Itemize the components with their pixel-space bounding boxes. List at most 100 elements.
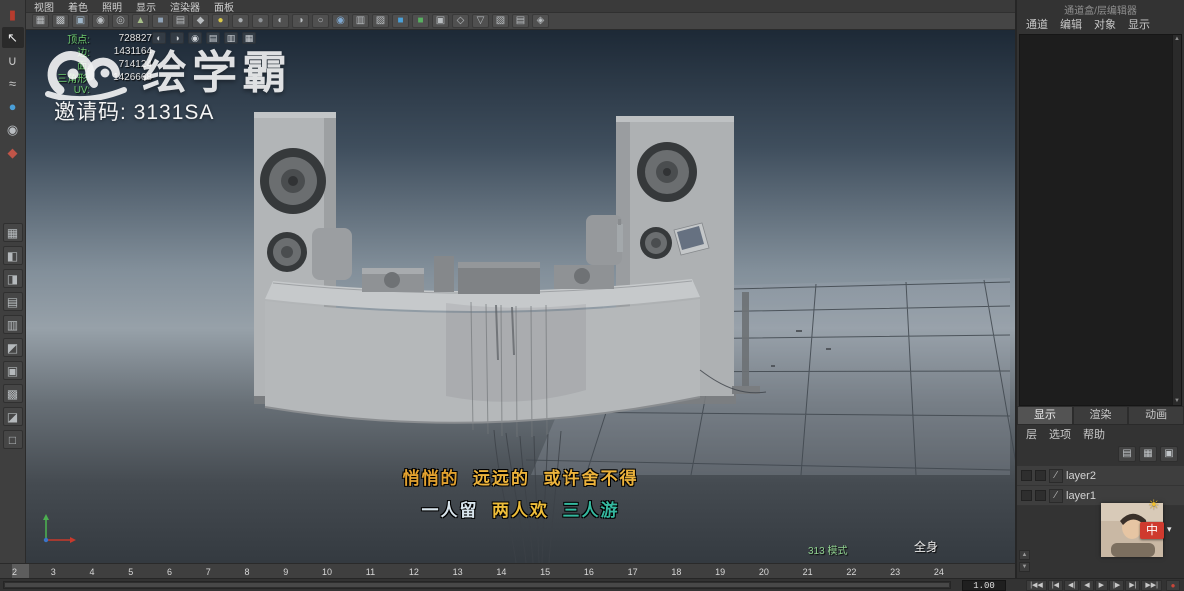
tool-icon[interactable]: ◉ xyxy=(2,119,24,140)
layer-playback-checkbox[interactable] xyxy=(1035,490,1046,501)
timeline-tick: 7 xyxy=(205,566,211,577)
timeline-tick: 9 xyxy=(283,566,289,577)
layout-button-icon[interactable]: ▤ xyxy=(2,292,23,311)
range-slider[interactable] xyxy=(3,581,951,589)
transport-button[interactable]: |▶ xyxy=(1109,580,1125,591)
transport-button[interactable]: ▶▶| xyxy=(1141,580,1162,591)
layout-button-icon[interactable]: ◧ xyxy=(2,246,23,265)
toolbar-icon[interactable]: ◑ xyxy=(292,14,309,28)
layer-menu-item[interactable]: 选项 xyxy=(1049,426,1071,442)
current-frame-field[interactable] xyxy=(962,580,1006,591)
scroll-up-icon[interactable]: ▲ xyxy=(1019,550,1030,560)
tab-display[interactable]: 显示 xyxy=(1017,406,1073,424)
toolbar-icon[interactable]: ◇ xyxy=(452,14,469,28)
toolbar-icon[interactable]: ■ xyxy=(152,14,169,28)
tab-render[interactable]: 渲染 xyxy=(1072,406,1129,424)
timeline-tick: 20 xyxy=(758,566,769,577)
toolbar-icon[interactable]: ○ xyxy=(312,14,329,28)
viewport[interactable]: ◐ ◑ ◉ ▤ ▥ ▦ 顶点: 728827 边: 1431164 面: 714124 xyxy=(26,30,1015,563)
layout-button-icon[interactable]: ◩ xyxy=(2,338,23,357)
subtitle-segment: 悄悄的 xyxy=(402,469,460,488)
layer-menu-item[interactable]: 帮助 xyxy=(1083,426,1105,442)
new-layer-icon[interactable]: ▦ xyxy=(1139,446,1157,462)
fullbody-label: 全身 xyxy=(914,540,939,554)
tool-icon[interactable]: ● xyxy=(2,96,24,117)
channel-box-menu: 通道 编辑 对象 显示 xyxy=(1017,14,1184,34)
scroll-down-icon[interactable]: ▼ xyxy=(1174,397,1180,405)
layer-visibility-checkbox[interactable] xyxy=(1021,470,1032,481)
channel-menu-item[interactable]: 通道 xyxy=(1026,16,1048,32)
transport-button[interactable]: ▶ xyxy=(1094,580,1108,591)
toolbar-icon[interactable]: ◐ xyxy=(272,14,289,28)
toolbar-icon[interactable]: ● xyxy=(212,14,229,28)
timeline-tick: 21 xyxy=(802,566,813,577)
channel-menu-item[interactable]: 编辑 xyxy=(1060,16,1082,32)
layer-type-box[interactable]: ∕ xyxy=(1049,488,1063,503)
timeline-tick: 22 xyxy=(846,566,857,577)
auto-key-button[interactable]: ● xyxy=(1166,580,1180,591)
tool-icon[interactable]: ↖ xyxy=(1,27,24,48)
layout-button-icon[interactable]: ◪ xyxy=(2,407,23,426)
tool-icon[interactable]: ∪ xyxy=(2,50,24,71)
tool-icon[interactable]: ≈ xyxy=(2,73,24,94)
transport-button[interactable]: ▶| xyxy=(1125,580,1141,591)
layout-button-icon[interactable]: ▥ xyxy=(2,315,23,334)
timeline-tick: 18 xyxy=(671,566,682,577)
layout-button-icon[interactable]: □ xyxy=(2,430,23,449)
channel-menu-item[interactable]: 对象 xyxy=(1094,16,1116,32)
toolbar-icon[interactable]: ◆ xyxy=(192,14,209,28)
layer-playback-checkbox[interactable] xyxy=(1035,470,1046,481)
subtitle-segment: 远远的 xyxy=(459,469,530,488)
toolbar-icon[interactable]: ▤ xyxy=(172,14,189,28)
toolbar-icon[interactable]: ■ xyxy=(392,14,409,28)
tab-anim[interactable]: 动画 xyxy=(1128,406,1184,424)
toolbar-icon[interactable]: ▣ xyxy=(432,14,449,28)
layer-visibility-checkbox[interactable] xyxy=(1021,490,1032,501)
axis-gizmo-icon xyxy=(43,514,76,543)
toolbar-icon[interactable]: ▲ xyxy=(132,14,149,28)
layout-button-icon[interactable]: ◨ xyxy=(2,269,23,288)
scroll-up-icon[interactable]: ▲ xyxy=(1174,35,1180,43)
time-slider[interactable]: 2 3 4 5 6 7 8 9 10 11 12 13 14 15 16 17 18 19 20 21 22 23 24 xyxy=(0,563,1015,578)
channel-menu-item[interactable]: 显示 xyxy=(1128,16,1150,32)
toolbar-icon[interactable]: ◉ xyxy=(332,14,349,28)
toolbar-icon[interactable]: ▦ xyxy=(32,14,49,28)
toolbar-icon[interactable]: ■ xyxy=(412,14,429,28)
tool-icon[interactable]: ▮ xyxy=(2,4,24,25)
layout-button-icon[interactable]: ▣ xyxy=(2,361,23,380)
toolbar-icon[interactable]: ● xyxy=(252,14,269,28)
layer-row[interactable]: ∕ layer2 xyxy=(1017,466,1184,486)
toolbar-icon[interactable]: ▩ xyxy=(52,14,69,28)
toolbar-icon[interactable]: ● xyxy=(232,14,249,28)
toolbar-icon[interactable]: ▽ xyxy=(472,14,489,28)
layer-menu-item[interactable]: 层 xyxy=(1026,426,1037,442)
subtitle-segment: 两人欢 xyxy=(478,501,549,520)
layout-button-icon[interactable]: ▩ xyxy=(2,384,23,403)
toolbar-icon[interactable]: ▣ xyxy=(72,14,89,28)
new-layer-icon[interactable]: ▤ xyxy=(1118,446,1136,462)
toolbar-icon[interactable]: ◎ xyxy=(112,14,129,28)
toolbar-icon[interactable]: ◈ xyxy=(532,14,549,28)
transport-button[interactable]: |◀ xyxy=(1047,580,1064,591)
transport-button[interactable]: ◀| xyxy=(1064,580,1080,591)
layout-button-icon[interactable]: ▦ xyxy=(2,223,23,242)
toolbar-icon[interactable]: ◉ xyxy=(92,14,109,28)
invite-code: 邀请码: 3131SA xyxy=(54,101,215,124)
transport-button[interactable]: ◀ xyxy=(1080,580,1094,591)
bottle xyxy=(617,224,623,252)
new-layer-icon[interactable]: ▣ xyxy=(1160,446,1178,462)
toolbar-icon[interactable]: ▧ xyxy=(492,14,509,28)
layer-type-box[interactable]: ∕ xyxy=(1049,468,1063,483)
timeline-tick: 10 xyxy=(322,566,333,577)
toolbar-icon[interactable]: ▨ xyxy=(372,14,389,28)
toolbar-icon[interactable]: ▤ xyxy=(512,14,529,28)
toolbar-icon[interactable]: ▥ xyxy=(352,14,369,28)
tool-icon[interactable]: ◆ xyxy=(2,142,24,163)
ime-caret-icon[interactable]: ▾ xyxy=(1167,524,1172,535)
timeline-tick: 14 xyxy=(496,566,507,577)
channel-scrollbar[interactable]: ▲ ▼ xyxy=(1172,35,1181,405)
scroll-down-icon[interactable]: ▼ xyxy=(1019,562,1030,572)
maya-window: ▮ ↖ ∪ ≈ ● ◉ ◆ ▦ ◧ ◨ ▤ ▥ ◩ ▣ ▩ ◪ □ 视图 着色 … xyxy=(0,0,1184,591)
ime-indicator[interactable]: 中 xyxy=(1140,522,1164,539)
transport-button[interactable]: |◀◀ xyxy=(1026,580,1047,591)
